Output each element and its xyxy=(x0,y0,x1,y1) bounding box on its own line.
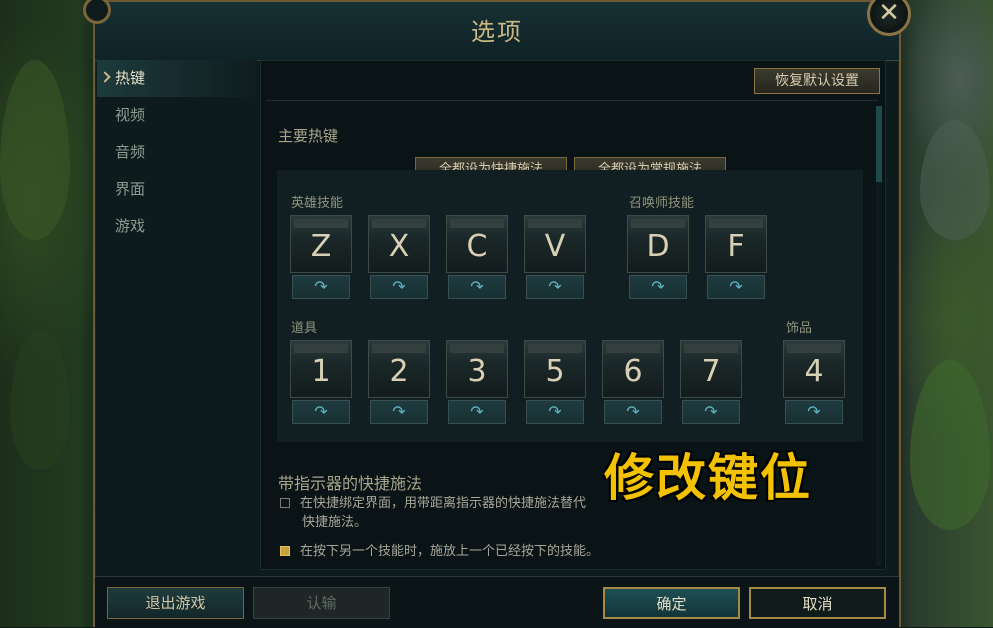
items-label: 道具 xyxy=(291,321,318,336)
quickcast-toggle-icon[interactable]: ↷ xyxy=(707,275,765,299)
key-label: 7 xyxy=(680,340,742,398)
option-text: 在快捷绑定界面，用带距离指示器的快捷施法替代 xyxy=(300,496,587,511)
cancel-button[interactable]: 取消 xyxy=(749,587,886,619)
checkbox-range-indicator[interactable] xyxy=(280,498,290,508)
key-label: 2 xyxy=(368,340,430,398)
summoner-spells-label: 召唤师技能 xyxy=(629,196,695,211)
key-label: 5 xyxy=(524,340,586,398)
key-label: 1 xyxy=(290,340,352,398)
option-range-indicator[interactable]: 在快捷绑定界面，用带距离指示器的快捷施法替代 快捷施法。 xyxy=(280,494,586,532)
sidebar-item-game[interactable]: 游戏 xyxy=(97,208,257,245)
key-label: 6 xyxy=(602,340,664,398)
quickcast-toggle-icon[interactable]: ↷ xyxy=(785,400,843,424)
divider xyxy=(266,100,878,101)
option-text: 在按下另一个技能时，施放上一个已经按下的技能。 xyxy=(300,544,600,559)
trinket-label: 饰品 xyxy=(786,321,813,336)
sidebar-item-label: 界面 xyxy=(115,180,146,198)
key-label: D xyxy=(627,215,689,273)
keybind-ability-w[interactable]: X ↷ xyxy=(368,215,430,301)
keybind-item-5[interactable]: 6 ↷ xyxy=(602,340,664,426)
quickcast-toggle-icon[interactable]: ↷ xyxy=(629,275,687,299)
key-label: 3 xyxy=(446,340,508,398)
sidebar-item-label: 视频 xyxy=(115,106,146,124)
quickcast-toggle-icon[interactable]: ↷ xyxy=(682,400,740,424)
key-label: X xyxy=(368,215,430,273)
keybind-ability-q[interactable]: Z ↷ xyxy=(290,215,352,301)
sidebar-item-label: 热键 xyxy=(115,69,146,87)
sidebar-item-interface[interactable]: 界面 xyxy=(97,171,257,208)
option-cast-previous[interactable]: 在按下另一个技能时，施放上一个已经按下的技能。 xyxy=(280,542,599,561)
keybind-summoner-1[interactable]: D ↷ xyxy=(627,215,689,301)
key-label: Z xyxy=(290,215,352,273)
foliage xyxy=(0,60,70,240)
surrender-button[interactable]: 认输 xyxy=(253,587,390,619)
exit-game-button[interactable]: 退出游戏 xyxy=(107,587,244,619)
quickcast-toggle-icon[interactable]: ↷ xyxy=(370,400,428,424)
keybind-item-4[interactable]: 5 ↷ xyxy=(524,340,586,426)
keybind-ability-r[interactable]: V ↷ xyxy=(524,215,586,301)
sidebar-item-label: 音频 xyxy=(115,143,146,161)
keybind-ability-e[interactable]: C ↷ xyxy=(446,215,508,301)
foliage xyxy=(10,330,70,470)
quickcast-indicator-title: 带指示器的快捷施法 xyxy=(278,474,423,493)
checkbox-cast-previous[interactable] xyxy=(280,546,290,556)
restore-defaults-button[interactable]: 恢复默认设置 xyxy=(754,68,880,94)
quickcast-toggle-icon[interactable]: ↷ xyxy=(292,400,350,424)
scroll-thumb[interactable] xyxy=(876,106,882,182)
sidebar-item-hotkeys[interactable]: 热键 xyxy=(97,60,257,97)
title-bar: 选项 xyxy=(95,2,899,61)
close-icon: ✕ xyxy=(878,0,900,28)
champion-abilities-label: 英雄技能 xyxy=(291,196,344,211)
quickcast-toggle-icon[interactable]: ↷ xyxy=(526,400,584,424)
options-sidebar: 热键 视频 音频 界面 游戏 xyxy=(97,60,257,245)
keybind-summoner-2[interactable]: F ↷ xyxy=(705,215,767,301)
quickcast-toggle-icon[interactable]: ↷ xyxy=(448,400,506,424)
window-title: 选项 xyxy=(471,18,523,46)
keybind-trinket[interactable]: 4 ↷ xyxy=(783,340,845,426)
sidebar-item-video[interactable]: 视频 xyxy=(97,97,257,134)
option-text: 快捷施法。 xyxy=(302,515,368,530)
quickcast-toggle-icon[interactable]: ↷ xyxy=(292,275,350,299)
keybind-item-2[interactable]: 2 ↷ xyxy=(368,340,430,426)
keybind-item-1[interactable]: 1 ↷ xyxy=(290,340,352,426)
panel-scrollbar[interactable] xyxy=(876,106,882,566)
main-hotkeys-title: 主要热键 xyxy=(278,127,339,145)
ok-button[interactable]: 确定 xyxy=(603,587,740,619)
keybind-item-6[interactable]: 7 ↷ xyxy=(680,340,742,426)
sidebar-item-label: 游戏 xyxy=(115,217,146,235)
keybind-item-3[interactable]: 3 ↷ xyxy=(446,340,508,426)
quickcast-toggle-icon[interactable]: ↷ xyxy=(370,275,428,299)
quickcast-toggle-icon[interactable]: ↷ xyxy=(448,275,506,299)
key-label: V xyxy=(524,215,586,273)
key-label: C xyxy=(446,215,508,273)
overlay-caption: 修改键位 xyxy=(604,449,812,507)
foliage xyxy=(910,360,990,530)
quickcast-toggle-icon[interactable]: ↷ xyxy=(604,400,662,424)
key-label: F xyxy=(705,215,767,273)
sidebar-item-audio[interactable]: 音频 xyxy=(97,134,257,171)
foliage xyxy=(920,120,990,240)
key-label: 4 xyxy=(783,340,845,398)
quickcast-toggle-icon[interactable]: ↷ xyxy=(526,275,584,299)
